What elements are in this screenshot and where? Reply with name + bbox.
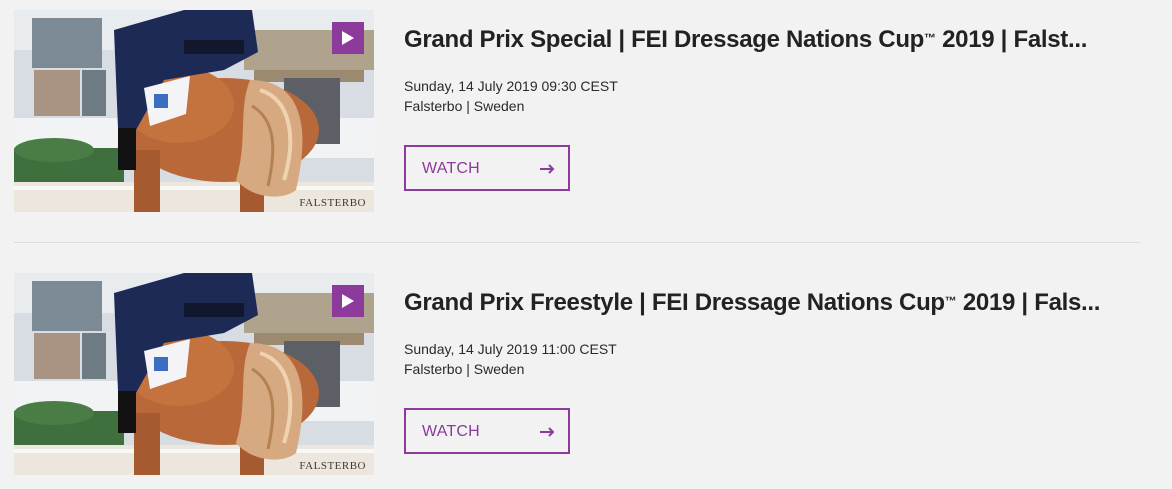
event-title[interactable]: Grand Prix Special | FEI Dressage Nation… — [404, 24, 1134, 56]
event-date: Sunday, 14 July 2019 11:00 CEST — [404, 341, 617, 357]
thumbnail-watermark: FALSTERBO — [299, 197, 366, 209]
horse-rider-image — [14, 10, 374, 212]
event-title-text: Grand Prix Freestyle | FEI Dressage Nati… — [404, 289, 945, 316]
event-info: Grand Prix Freestyle | FEI Dressage Nati… — [404, 273, 1140, 475]
play-icon — [342, 31, 354, 45]
arrow-right-icon — [540, 427, 555, 437]
watch-label: WATCH — [422, 160, 480, 177]
event-title-suffix: 2019 | Falst... — [935, 26, 1088, 53]
arrow-right-icon — [540, 164, 555, 174]
event-thumbnail[interactable]: FALSTERBO — [14, 10, 374, 212]
watch-label: WATCH — [422, 423, 480, 440]
event-card: FALSTERBO Grand Prix Freestyle | FEI Dre… — [14, 273, 1140, 475]
play-button[interactable] — [332, 22, 364, 54]
watch-button[interactable]: WATCH — [404, 408, 570, 454]
event-title-text: Grand Prix Special | FEI Dressage Nation… — [404, 26, 925, 53]
play-button[interactable] — [332, 285, 364, 317]
event-title-suffix: 2019 | Fals... — [956, 289, 1101, 316]
event-title[interactable]: Grand Prix Freestyle | FEI Dressage Nati… — [404, 287, 1134, 319]
event-date: Sunday, 14 July 2019 09:30 CEST — [404, 78, 618, 94]
play-icon — [342, 294, 354, 308]
trademark-symbol: ™ — [924, 31, 936, 45]
watch-button[interactable]: WATCH — [404, 145, 570, 191]
event-info: Grand Prix Special | FEI Dressage Nation… — [404, 10, 1140, 212]
event-location: Falsterbo | Sweden — [404, 98, 525, 114]
horse-rider-image — [14, 273, 374, 475]
trademark-symbol: ™ — [944, 294, 957, 308]
divider — [14, 242, 1140, 243]
event-location: Falsterbo | Sweden — [404, 361, 525, 377]
event-card: FALSTERBO Grand Prix Special | FEI Dress… — [14, 10, 1140, 212]
thumbnail-watermark: FALSTERBO — [299, 460, 366, 472]
event-list: FALSTERBO Grand Prix Special | FEI Dress… — [0, 0, 1172, 489]
event-thumbnail[interactable]: FALSTERBO — [14, 273, 374, 475]
